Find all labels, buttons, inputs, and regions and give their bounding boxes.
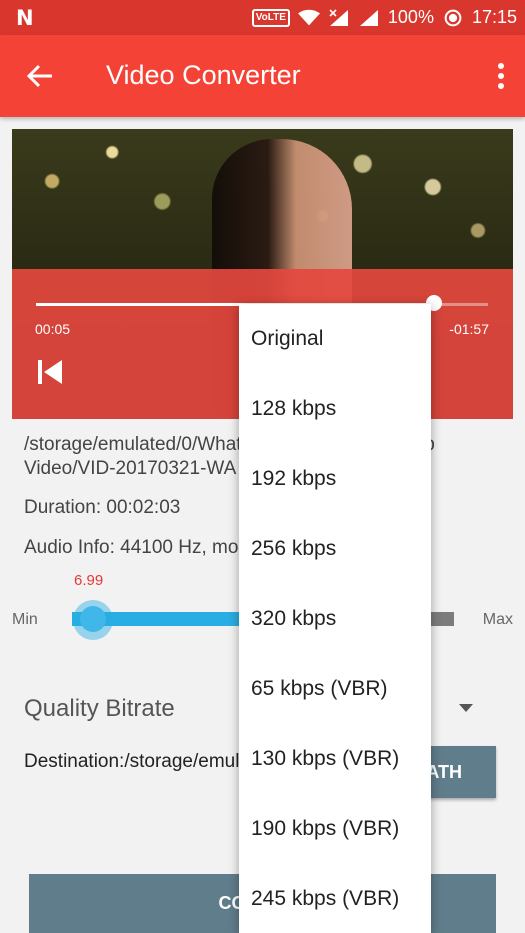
status-icons: VoLTE 100% 17:15: [251, 0, 517, 35]
battery-icon: [444, 9, 462, 26]
status-bar: N VoLTE 100% 17:15: [0, 0, 525, 35]
bitrate-option[interactable]: 128 kbps: [239, 374, 431, 444]
slider-max-label: Max: [482, 611, 513, 628]
app-title: Video Converter: [106, 60, 301, 90]
bitrate-option[interactable]: 256 kbps: [239, 514, 431, 584]
more-vert-icon[interactable]: [497, 63, 505, 89]
clock: 17:15: [471, 7, 517, 27]
volte-badge: VoLTE: [251, 8, 290, 27]
wifi-icon: [297, 9, 320, 25]
bitrate-option[interactable]: 245 kbps (VBR): [239, 864, 431, 933]
signal-icon: [329, 8, 348, 26]
remaining-time: -01:57: [449, 321, 489, 337]
skip-previous-icon[interactable]: [36, 358, 64, 386]
app-bar: Video Converter: [0, 35, 525, 117]
bitrate-option[interactable]: 190 kbps (VBR): [239, 794, 431, 864]
battery-percent: 100%: [387, 7, 434, 27]
bitrate-option[interactable]: 65 kbps (VBR): [239, 654, 431, 724]
notification-n-icon: N: [16, 6, 34, 30]
slider-value-label: 6.99: [74, 572, 104, 589]
elapsed-time: 00:05: [35, 321, 71, 337]
bitrate-option[interactable]: 192 kbps: [239, 444, 431, 514]
bitrate-option[interactable]: 320 kbps: [239, 584, 431, 654]
bitrate-option[interactable]: 130 kbps (VBR): [239, 724, 431, 794]
dropdown-arrow-icon[interactable]: [459, 704, 473, 712]
bitrate-dropdown-menu: Original 128 kbps 192 kbps 256 kbps 320 kbps…: [239, 304, 431, 933]
video-duration: Duration: 00:02:03: [24, 497, 181, 518]
arrow-back-icon[interactable]: [26, 63, 54, 89]
quality-bitrate-label[interactable]: Quality Bitrate: [24, 695, 175, 723]
signal-icon-2: [359, 9, 378, 26]
slider-min-label: Min: [12, 611, 38, 628]
bitrate-option[interactable]: Original: [239, 304, 431, 374]
